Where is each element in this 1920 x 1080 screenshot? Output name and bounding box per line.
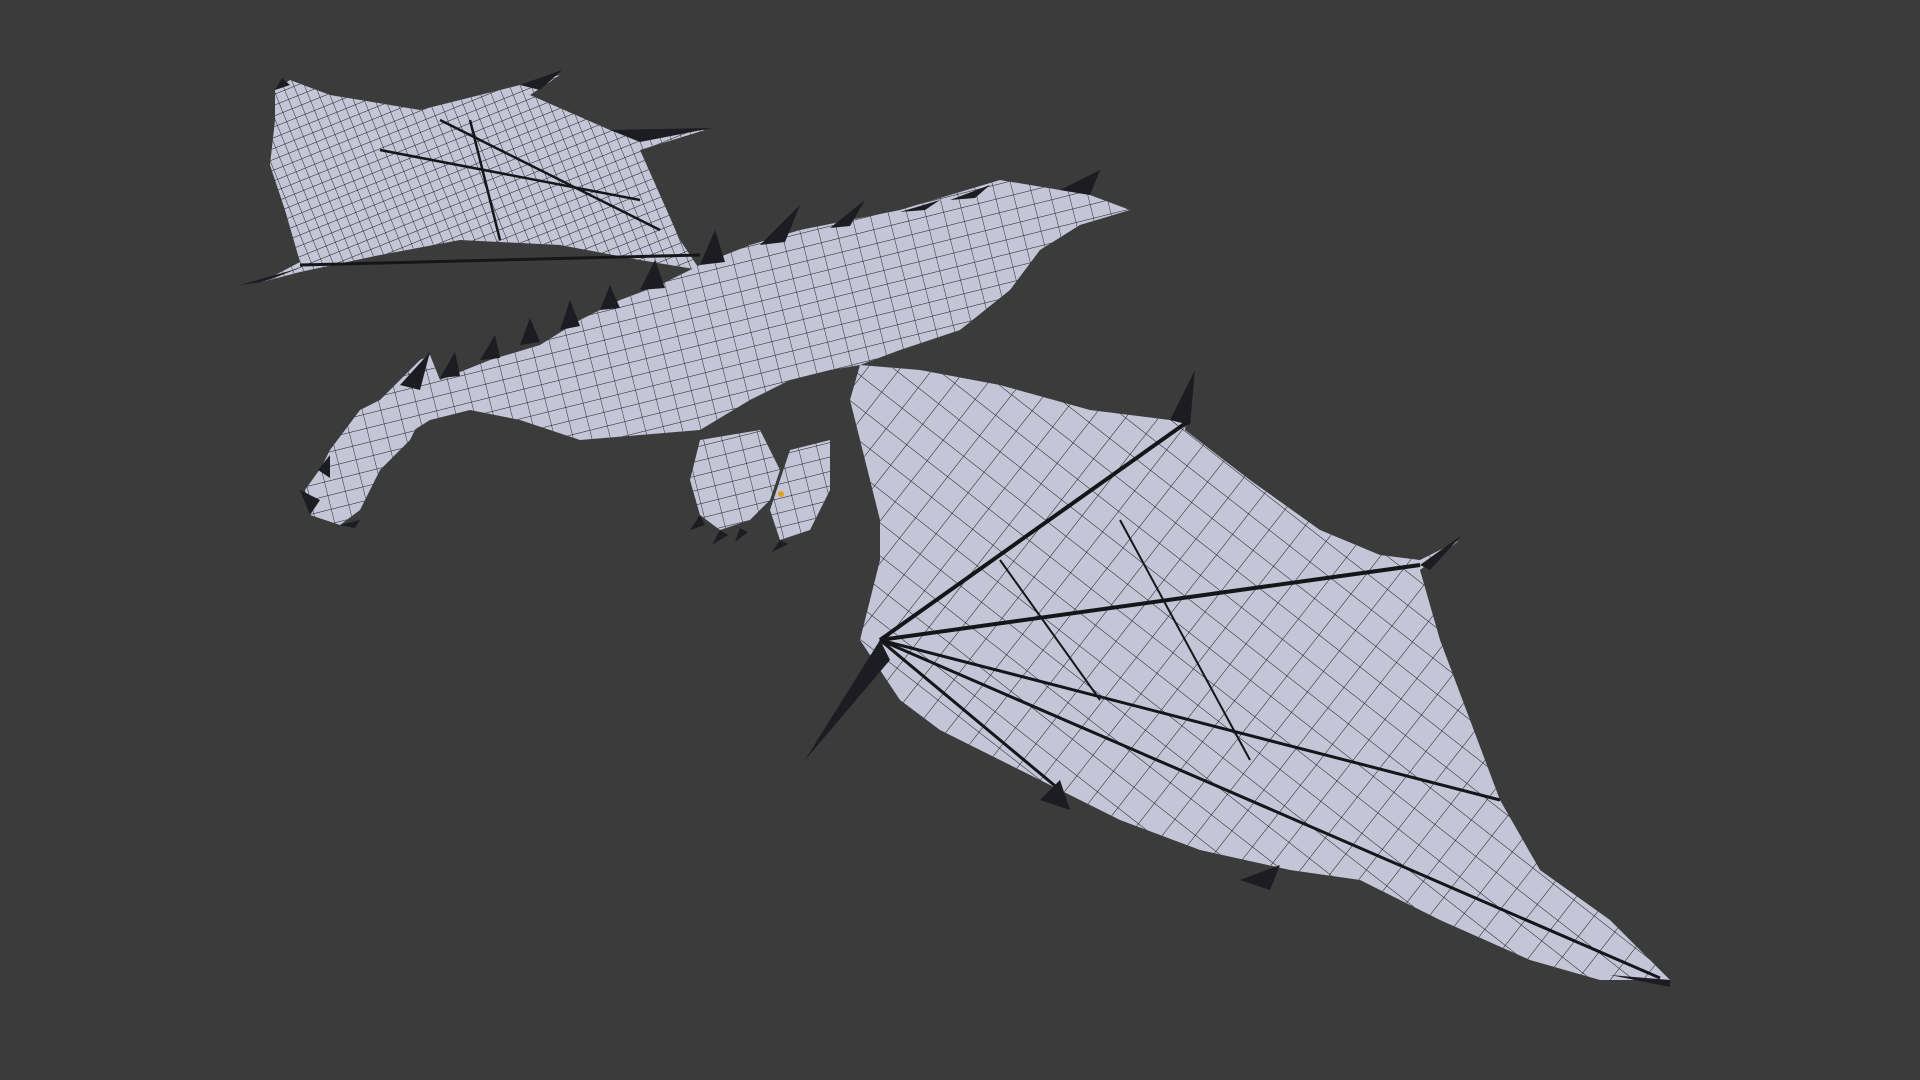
3d-viewport[interactable] [0,0,1920,1080]
dragon-head[interactable] [300,352,440,528]
right-wing[interactable] [805,365,1670,987]
dragon-legs[interactable] [690,430,830,552]
left-wing[interactable] [240,70,712,285]
dragon-mesh[interactable] [0,0,1920,1080]
